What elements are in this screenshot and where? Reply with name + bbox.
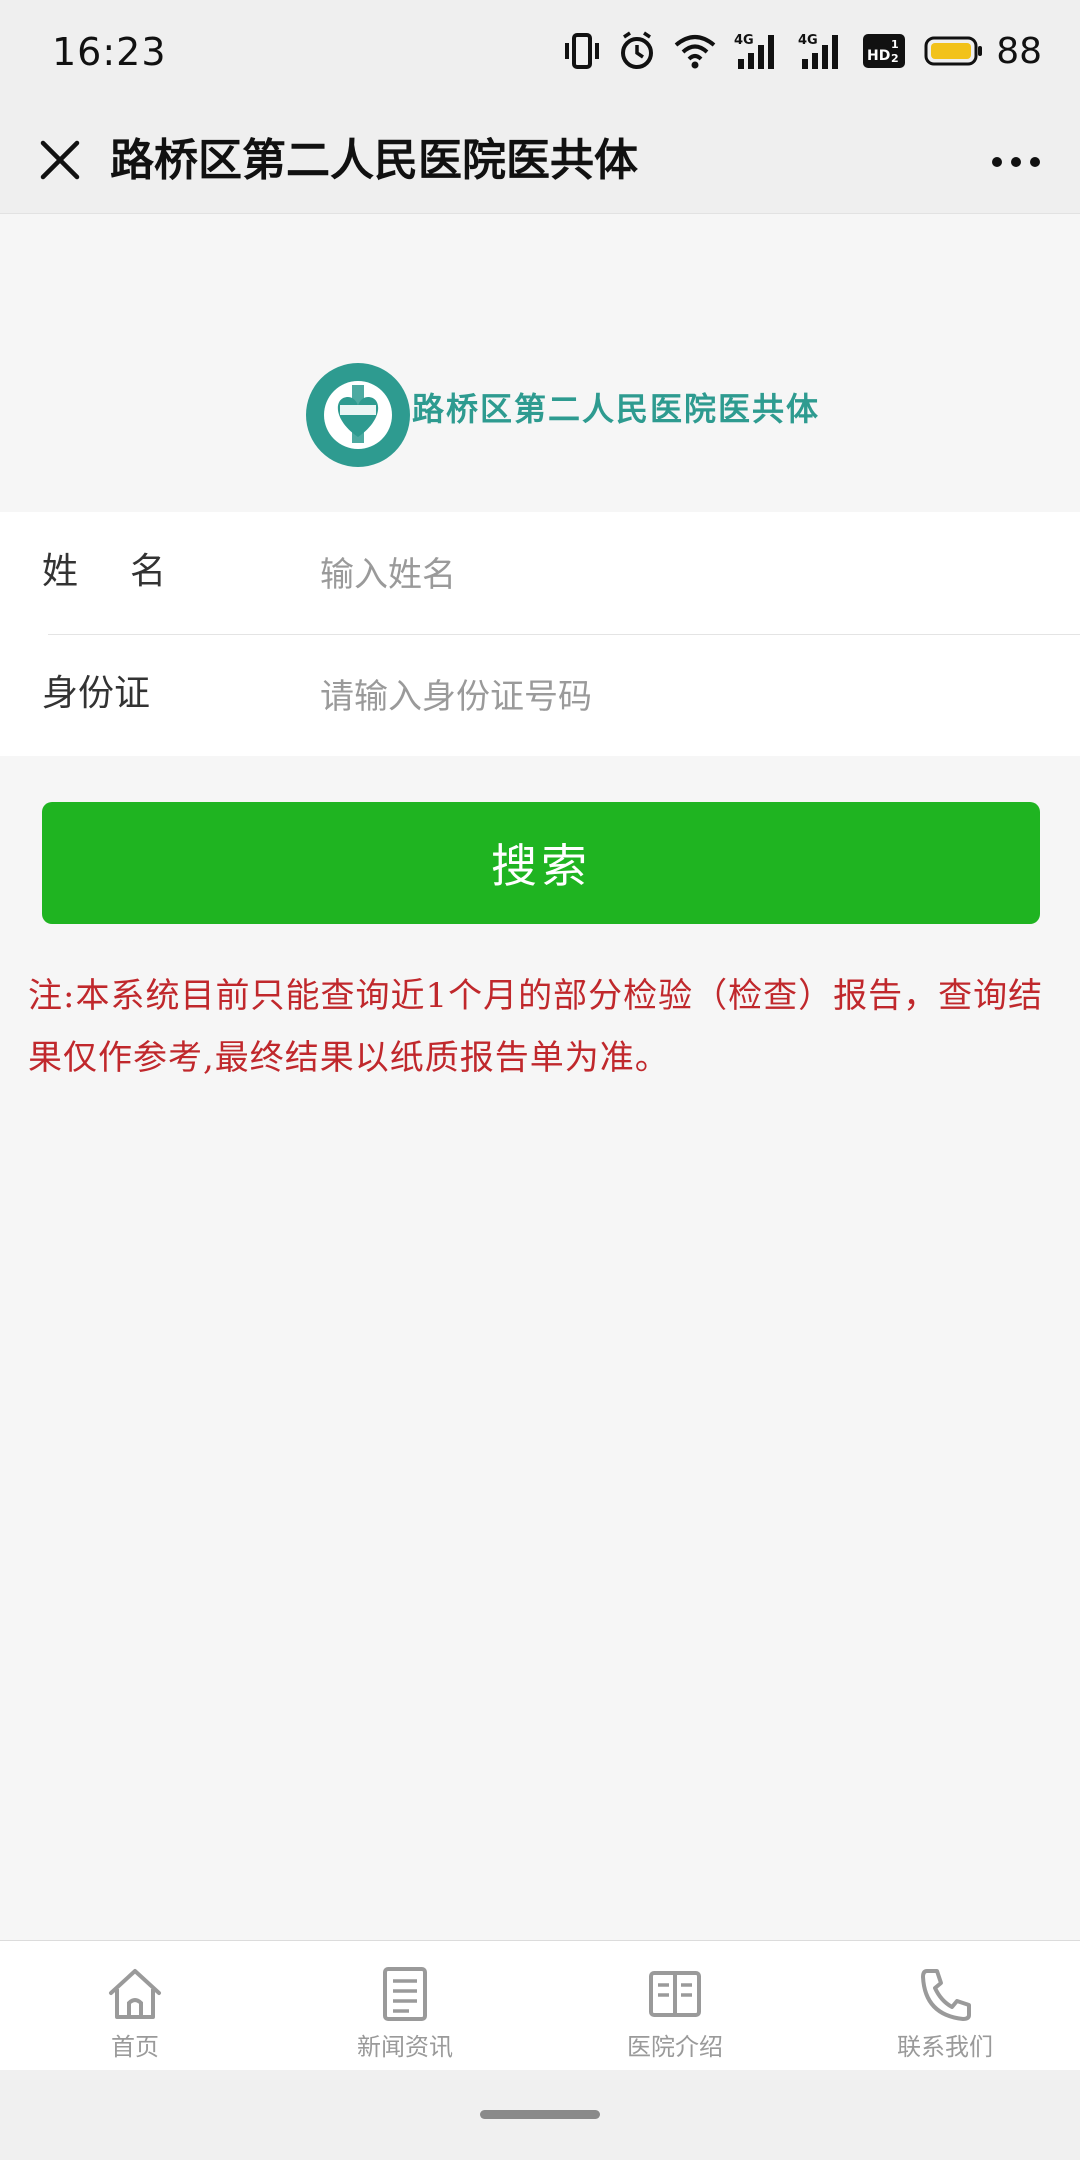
wifi-icon	[674, 35, 716, 69]
tab-home[interactable]: 首页	[0, 1941, 270, 2070]
news-icon	[383, 1967, 427, 2021]
svg-text:4G: 4G	[798, 33, 818, 48]
svg-text:4G: 4G	[734, 33, 754, 48]
vibrate-icon	[565, 33, 600, 69]
close-icon	[40, 140, 80, 180]
tab-news[interactable]: 新闻资讯	[270, 1941, 540, 2070]
nav-bar: 路桥区第二人民医院医共体	[0, 108, 1080, 214]
name-input[interactable]	[320, 540, 1040, 610]
tab-hospital-intro[interactable]: 医院介绍	[540, 1941, 810, 2070]
tab-label: 医院介绍	[627, 2033, 723, 2061]
search-button[interactable]: 搜索	[42, 802, 1040, 924]
home-icon	[109, 1969, 161, 2019]
more-icon	[1030, 157, 1040, 167]
svg-text:1: 1	[891, 38, 899, 51]
signal-4g-icon: 4G	[734, 33, 775, 69]
page-title: 路桥区第二人民医院医共体	[110, 135, 638, 186]
signal-4g-icon: 4G	[798, 33, 839, 69]
logo-text: 路桥区第二人民医院医共体	[412, 390, 821, 428]
status-bar: 16:23 4G 4G HD 1 2 88	[0, 0, 1080, 108]
svg-text:HD: HD	[867, 48, 890, 64]
status-icons: 4G 4G HD 1 2 88	[564, 28, 1042, 74]
battery-level: 88	[996, 30, 1042, 72]
more-icon	[1011, 157, 1021, 167]
name-row: 姓名	[0, 512, 1080, 634]
svg-text:2: 2	[891, 52, 899, 65]
tab-label: 新闻资讯	[357, 2033, 453, 2061]
id-row: 身份证	[0, 634, 1080, 756]
close-button[interactable]	[30, 130, 90, 190]
alarm-icon	[621, 31, 654, 69]
phone-icon	[921, 1969, 971, 2021]
more-icon	[992, 157, 1002, 167]
tab-bar: 首页 新闻资讯 医院介绍 联系我们	[0, 1940, 1080, 2070]
name-label: 姓名	[42, 551, 219, 592]
more-button[interactable]	[986, 142, 1046, 182]
book-icon	[649, 1971, 701, 2017]
hd-icon: HD 1 2	[863, 34, 906, 68]
system-nav-bar	[0, 2070, 1080, 2160]
tab-contact[interactable]: 联系我们	[810, 1941, 1080, 2070]
tab-label: 联系我们	[897, 2033, 993, 2061]
notice-text: 注:本系统目前只能查询近1个月的部分检验（检查）报告，查询结果仅作参考,最终结果…	[28, 976, 1044, 1078]
status-time: 16:23	[52, 30, 167, 74]
id-label: 身份证	[42, 673, 151, 714]
home-indicator[interactable]	[480, 2110, 600, 2119]
tab-label: 首页	[111, 2033, 159, 2061]
logo-area: 路桥区第二人民医院医共体	[0, 214, 1080, 512]
battery-icon	[924, 36, 983, 66]
id-input[interactable]	[320, 662, 1040, 732]
search-form: 姓名 身份证	[0, 512, 1080, 756]
hospital-emblem-icon	[306, 363, 410, 467]
